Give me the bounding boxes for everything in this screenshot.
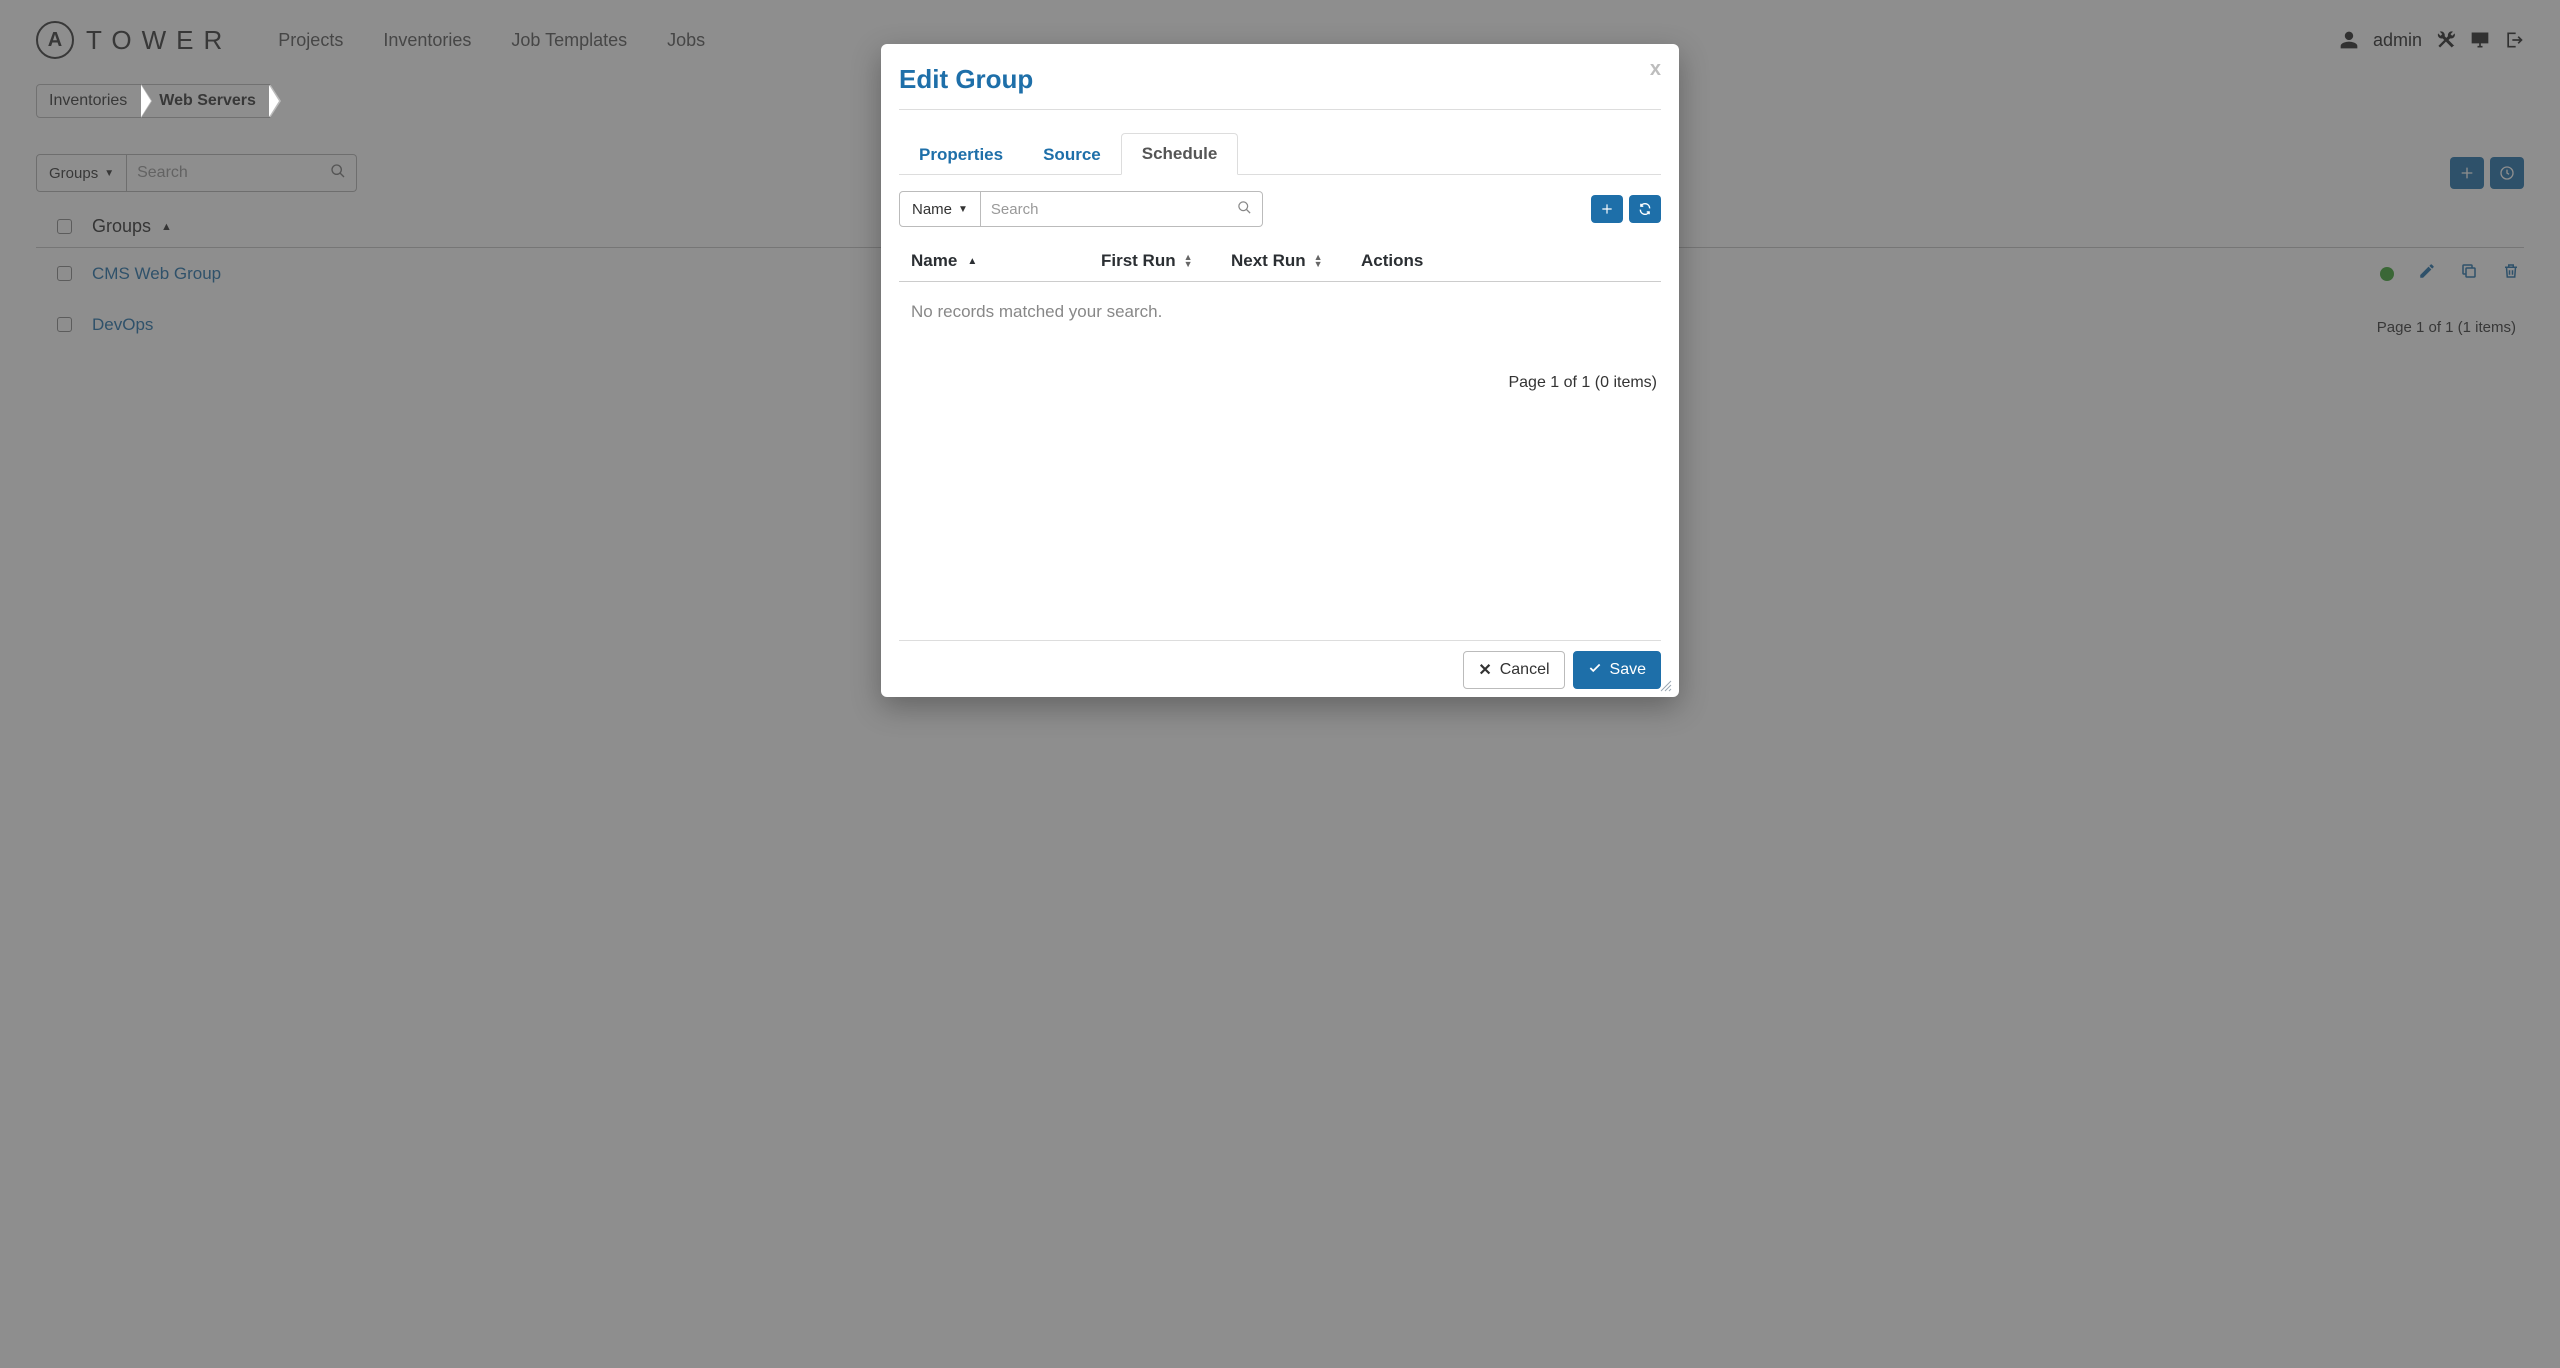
refresh-button[interactable] bbox=[1629, 195, 1661, 223]
check-icon bbox=[1588, 661, 1602, 680]
modal-title: Edit Group bbox=[899, 64, 1661, 109]
modal-overlay[interactable]: Edit Group x Properties Source Schedule … bbox=[0, 0, 2560, 1368]
save-button[interactable]: Save bbox=[1573, 651, 1661, 689]
tab-schedule[interactable]: Schedule bbox=[1121, 133, 1239, 175]
modal-footer: ✕ Cancel Save bbox=[899, 640, 1661, 689]
col-actions: Actions bbox=[1361, 251, 1441, 271]
resize-grip-icon[interactable] bbox=[1659, 679, 1673, 693]
col-name[interactable]: Name ▲ bbox=[911, 251, 1101, 271]
sort-icon: ▲▼ bbox=[1314, 254, 1323, 268]
sort-icon: ▲▼ bbox=[1184, 254, 1193, 268]
modal-pager: Page 1 of 1 (0 items) bbox=[899, 374, 1661, 392]
col-first-run[interactable]: First Run ▲▼ bbox=[1101, 251, 1231, 271]
modal-toolbar: Name ▼ Search bbox=[899, 191, 1661, 227]
schedule-table-header: Name ▲ First Run ▲▼ Next Run ▲▼ Actions bbox=[899, 251, 1661, 282]
col-next-run[interactable]: Next Run ▲▼ bbox=[1231, 251, 1361, 271]
tab-properties[interactable]: Properties bbox=[899, 135, 1023, 175]
caret-down-icon: ▼ bbox=[958, 204, 968, 215]
modal-search-input[interactable]: Search bbox=[981, 191, 1263, 227]
cancel-button[interactable]: ✕ Cancel bbox=[1463, 651, 1564, 689]
modal-filter-dropdown[interactable]: Name ▼ bbox=[899, 191, 981, 227]
divider bbox=[899, 109, 1661, 110]
edit-group-modal: Edit Group x Properties Source Schedule … bbox=[881, 44, 1679, 697]
sort-asc-icon: ▲ bbox=[967, 256, 977, 267]
search-icon bbox=[1237, 200, 1252, 219]
add-schedule-button[interactable] bbox=[1591, 195, 1623, 223]
tab-source[interactable]: Source bbox=[1023, 135, 1121, 175]
close-icon[interactable]: x bbox=[1650, 58, 1661, 81]
modal-tabs: Properties Source Schedule bbox=[899, 132, 1661, 175]
x-icon: ✕ bbox=[1478, 660, 1491, 680]
empty-state-text: No records matched your search. bbox=[899, 282, 1661, 328]
